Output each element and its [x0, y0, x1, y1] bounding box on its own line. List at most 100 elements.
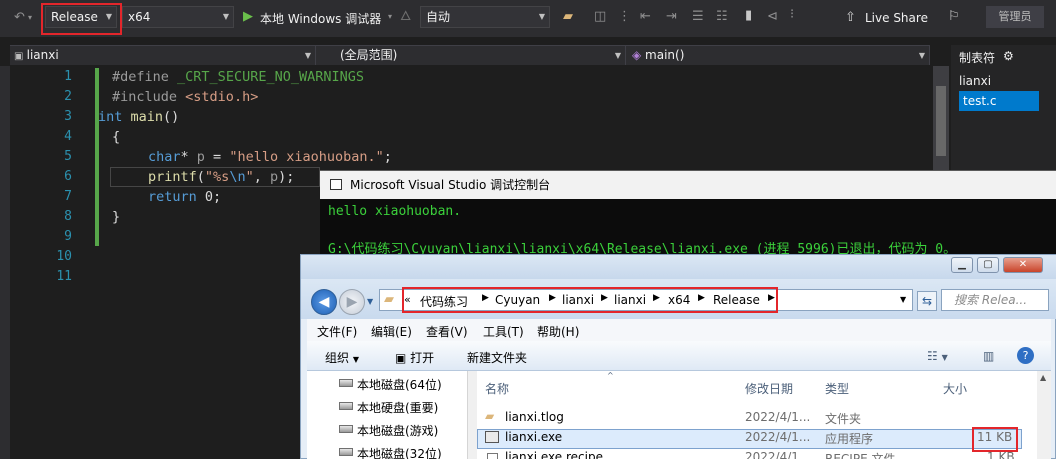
pane-splitter[interactable] [467, 371, 477, 459]
undo-icon[interactable]: ↶ [14, 11, 25, 25]
column-header-type[interactable]: 类型 [825, 380, 849, 397]
code-line[interactable]: return 0; [148, 187, 221, 207]
column-header-name[interactable]: 名称 [485, 380, 509, 397]
file-name: lianxi.exe.recipe [505, 450, 603, 459]
more-icon[interactable]: ⁝ [790, 8, 794, 22]
menu-tools[interactable]: 工具(T) [483, 323, 524, 340]
tree-item-drive[interactable]: 本地硬盘(重要) [357, 399, 438, 416]
navigation-tree: 本地磁盘(64位) 本地硬盘(重要) 本地磁盘(游戏) 本地磁盘(32位) [307, 371, 467, 459]
application-icon [485, 431, 499, 443]
column-header-date[interactable]: 修改日期 [745, 380, 793, 397]
menu-help[interactable]: 帮助(H) [537, 323, 579, 340]
code-line[interactable]: #define _CRT_SECURE_NO_WARNINGS [112, 67, 364, 87]
chevron-down-icon: ▼ [352, 355, 359, 364]
file-list: ^ 名称 修改日期 类型 大小 ▰ lianxi.tlog 2022/4/1..… [477, 371, 1037, 459]
screenshot-icon[interactable]: ◫ [594, 10, 606, 24]
chevron-down-icon[interactable]: ▾ [28, 11, 32, 25]
view-options-icon[interactable]: ☷ ▼ [927, 349, 948, 363]
solution-item-file[interactable]: test.c [959, 91, 1039, 111]
comment-icon[interactable]: ☰ [692, 10, 704, 24]
menu-file[interactable]: 文件(F) [317, 323, 357, 340]
open-label: 打开 [410, 351, 435, 365]
run-debugger-button[interactable]: 本地 Windows 调试器 [260, 10, 381, 27]
code-line[interactable]: int main() [98, 107, 179, 127]
solution-config-value: 自动 [426, 10, 451, 24]
file-explorer-window: ▁ ▢ ✕ ◀ ▶ ▼ ▰ « 代码练习 ▶ Cyuyan ▶ lianxi ▶… [300, 254, 1056, 459]
code-line[interactable]: #include <stdio.h> [112, 87, 258, 107]
scope-dropdown[interactable]: (全局范围) ▼ [316, 46, 626, 65]
editor-scrollbar-thumb[interactable] [936, 86, 946, 156]
flame-icon[interactable]: 🜂 [400, 10, 411, 24]
project-dropdown[interactable]: ▣ lianxi ▼ [10, 46, 316, 65]
new-folder-button[interactable]: 新建文件夹 [467, 349, 527, 366]
preview-pane-icon[interactable]: ▥ [983, 349, 994, 363]
menu-edit[interactable]: 编辑(E) [371, 323, 412, 340]
live-share-icon[interactable]: ⇧ [845, 11, 856, 25]
file-type: 文件夹 [825, 412, 862, 426]
scope-value: (全局范围) [340, 48, 398, 62]
line-number: 10 [56, 249, 72, 264]
maximize-icon[interactable]: ▢ [977, 257, 999, 273]
editor-navigation-bar: ▣ lianxi ▼ (全局范围) ▼ ◈ main() ▼ [10, 45, 930, 65]
code-line[interactable]: { [112, 127, 120, 147]
console-titlebar[interactable]: Microsoft Visual Studio 调试控制台 [320, 171, 1056, 199]
feedback-icon[interactable]: ⚐ [948, 10, 960, 24]
organize-button[interactable]: 组织 ▼ [325, 349, 359, 366]
folder-icon: ▰ [384, 292, 394, 307]
bookmark-icon[interactable]: ▮ [745, 9, 752, 23]
solution-item-project[interactable]: lianxi [959, 74, 991, 88]
search-input[interactable]: 搜索 Relea... [941, 289, 1049, 311]
file-date: 2022/4/1... [745, 410, 811, 424]
file-date: 2022/4/1... [745, 450, 811, 459]
function-dropdown[interactable]: ◈ main() ▼ [626, 46, 930, 65]
line-number: 4 [64, 129, 72, 144]
chevron-down-icon[interactable]: ▼ [367, 297, 373, 306]
play-icon[interactable]: ▶ [243, 10, 253, 24]
chevron-down-icon: ▼ [614, 51, 621, 60]
outdent-icon[interactable]: ⇥ [666, 10, 677, 24]
open-button[interactable]: ▣ 打开 [395, 349, 434, 366]
code-line[interactable]: } [112, 207, 120, 227]
admin-badge[interactable]: 管理员 [986, 6, 1044, 28]
line-number: 9 [64, 229, 72, 244]
line-number: 5 [64, 149, 72, 164]
drive-icon [339, 448, 353, 456]
live-share-button[interactable]: Live Share [865, 11, 928, 25]
change-margin [95, 68, 99, 246]
line-number: 1 [64, 69, 72, 84]
platform-dropdown[interactable]: x64 ▼ [122, 6, 234, 28]
file-date: 2022/4/1... [745, 430, 811, 444]
tree-item-drive[interactable]: 本地磁盘(游戏) [357, 422, 438, 439]
menu-bar: 文件(F) 编辑(E) 查看(V) 工具(T) 帮助(H) [307, 319, 1051, 341]
refresh-icon[interactable]: ⇆ [917, 291, 937, 311]
code-line[interactable]: char* p = "hello xiaohuoban."; [148, 147, 392, 167]
platform-value: x64 [128, 10, 151, 24]
drive-icon [339, 425, 353, 433]
forward-arrow-icon[interactable]: ▶ [339, 289, 365, 315]
step-icon[interactable]: ⋮ [618, 10, 631, 24]
close-icon[interactable]: ✕ [1003, 257, 1043, 273]
command-bar: 组织 ▼ ▣ 打开 新建文件夹 ☷ ▼ ▥ ? [307, 341, 1051, 371]
solution-config-dropdown[interactable]: 自动 ▼ [420, 6, 550, 28]
tree-item-drive[interactable]: 本地磁盘(32位) [357, 445, 442, 459]
back-arrow-icon[interactable]: ◀ [311, 289, 337, 315]
uncomment-icon[interactable]: ☷ [716, 10, 728, 24]
minimize-icon[interactable]: ▁ [951, 257, 973, 273]
indent-icon[interactable]: ⇤ [640, 10, 651, 24]
column-header-size[interactable]: 大小 [943, 380, 967, 397]
chevron-down-icon[interactable]: ▼ [900, 295, 906, 304]
folder-icon[interactable]: ▰ [563, 10, 573, 24]
tree-item-drive[interactable]: 本地磁盘(64位) [357, 376, 442, 393]
help-icon[interactable]: ? [1017, 347, 1034, 364]
file-name: lianxi.exe [505, 430, 563, 444]
bookmark-prev-icon[interactable]: ⊲ [767, 10, 778, 24]
function-icon: ◈ [632, 48, 646, 62]
code-line[interactable]: printf("%s\n", p); [148, 167, 294, 187]
scroll-up-icon[interactable]: ▲ [1040, 373, 1046, 382]
file-type: RECIPE 文件 [825, 452, 896, 459]
menu-view[interactable]: 查看(V) [426, 323, 468, 340]
chevron-down-icon[interactable]: ▾ [388, 10, 392, 24]
file-list-scrollbar[interactable]: ▲ [1037, 371, 1051, 459]
explorer-titlebar[interactable]: ▁ ▢ ✕ [301, 255, 1056, 279]
gear-icon[interactable]: ⚙ [1003, 49, 1014, 63]
